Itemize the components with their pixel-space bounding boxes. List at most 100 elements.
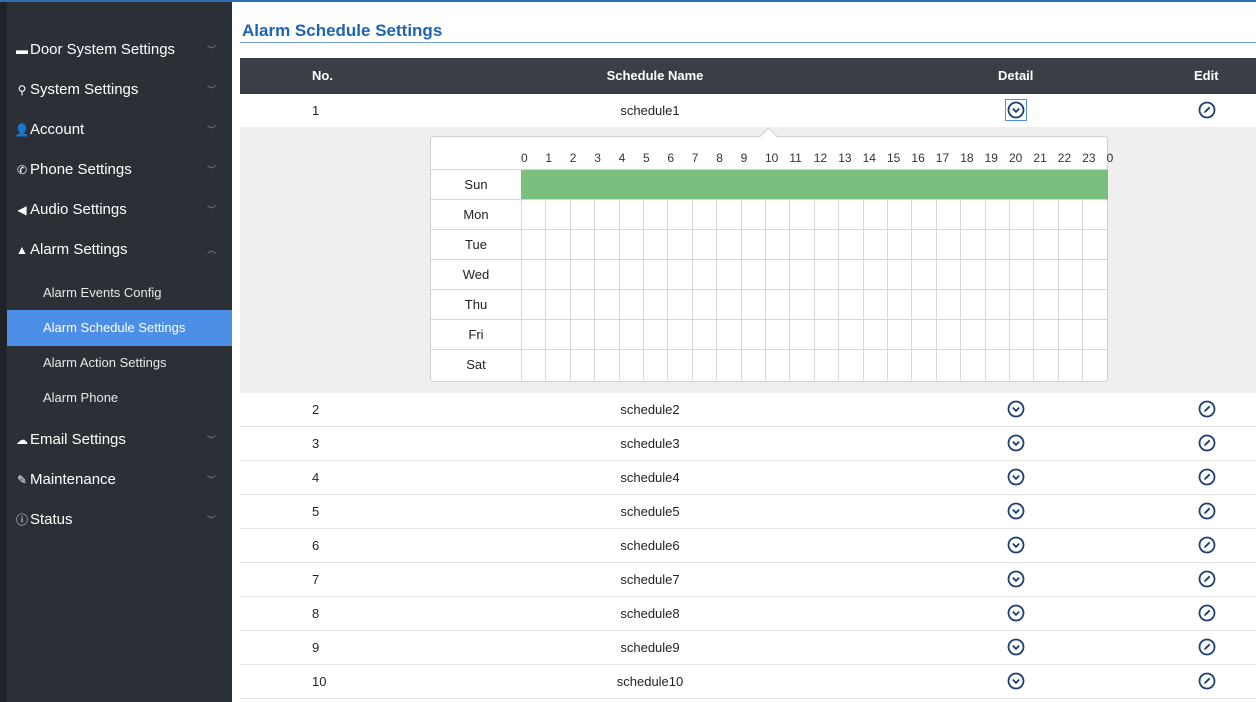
schedule-cell[interactable]	[691, 290, 716, 320]
schedule-cell[interactable]	[618, 350, 643, 380]
schedule-cell[interactable]	[887, 230, 911, 260]
detail-toggle-icon[interactable]	[1007, 536, 1025, 554]
schedule-cell[interactable]	[765, 230, 789, 260]
detail-toggle-icon[interactable]	[1007, 434, 1025, 452]
schedule-cell[interactable]	[1009, 290, 1033, 320]
schedule-cell[interactable]	[862, 230, 887, 260]
schedule-cell[interactable]	[716, 200, 740, 230]
schedule-cell[interactable]	[618, 260, 643, 290]
schedule-cell[interactable]	[667, 170, 692, 200]
schedule-cell[interactable]	[984, 290, 1009, 320]
schedule-cell[interactable]	[887, 260, 911, 290]
sidebar-item-system-settings[interactable]: ⚲ System Settings ﹀	[7, 70, 232, 110]
sidebar-item-door-system-settings[interactable]: ▬ Door System Settings ﹀	[7, 30, 232, 70]
schedule-cell[interactable]	[935, 290, 960, 320]
schedule-cell[interactable]	[716, 320, 740, 350]
detail-toggle-icon[interactable]	[1007, 604, 1025, 622]
edit-icon[interactable]	[1198, 101, 1216, 119]
schedule-cell[interactable]	[545, 290, 569, 320]
schedule-cell[interactable]	[1082, 200, 1108, 230]
schedule-cell[interactable]	[545, 230, 569, 260]
schedule-cell[interactable]	[1009, 320, 1033, 350]
schedule-cell[interactable]	[1057, 260, 1082, 290]
schedule-cell[interactable]	[594, 200, 618, 230]
schedule-cell[interactable]	[838, 230, 862, 260]
schedule-cell[interactable]	[935, 230, 960, 260]
sidebar-subitem-alarm-events-config[interactable]: Alarm Events Config	[7, 276, 232, 310]
schedule-cell[interactable]	[545, 260, 569, 290]
sidebar-item-maintenance[interactable]: ✎ Maintenance ﹀	[7, 460, 232, 500]
schedule-cell[interactable]	[960, 260, 984, 290]
schedule-cell[interactable]	[911, 320, 935, 350]
schedule-cell[interactable]	[1057, 200, 1082, 230]
edit-icon[interactable]	[1198, 672, 1216, 690]
schedule-cell[interactable]	[862, 170, 887, 200]
schedule-cell[interactable]	[789, 320, 813, 350]
schedule-cell[interactable]	[594, 170, 619, 200]
edit-icon[interactable]	[1198, 638, 1216, 656]
schedule-cell[interactable]	[1082, 170, 1109, 200]
detail-toggle-icon[interactable]	[1007, 672, 1025, 690]
schedule-cell[interactable]	[862, 200, 887, 230]
schedule-cell[interactable]	[1009, 260, 1033, 290]
schedule-cell[interactable]	[1082, 230, 1108, 260]
schedule-cell[interactable]	[618, 290, 643, 320]
schedule-cell[interactable]	[984, 200, 1009, 230]
schedule-cell[interactable]	[911, 200, 935, 230]
schedule-cell[interactable]	[984, 320, 1009, 350]
schedule-cell[interactable]	[1082, 260, 1108, 290]
schedule-cell[interactable]	[740, 290, 765, 320]
schedule-cell[interactable]	[960, 350, 984, 380]
sidebar-item-alarm-settings[interactable]: ▲ Alarm Settings ︿	[7, 230, 232, 270]
schedule-cell[interactable]	[618, 230, 643, 260]
schedule-cell[interactable]	[521, 230, 545, 260]
schedule-cell[interactable]	[935, 320, 960, 350]
schedule-cell[interactable]	[594, 260, 618, 290]
schedule-cell[interactable]	[1057, 350, 1082, 380]
schedule-cell[interactable]	[667, 200, 691, 230]
schedule-cell[interactable]	[643, 320, 667, 350]
schedule-cell[interactable]	[911, 230, 935, 260]
schedule-cell[interactable]	[691, 200, 716, 230]
schedule-cell[interactable]	[569, 320, 594, 350]
schedule-cell[interactable]	[1009, 350, 1033, 380]
schedule-cell[interactable]	[960, 170, 985, 200]
schedule-cell[interactable]	[1009, 230, 1033, 260]
schedule-cell[interactable]	[765, 350, 789, 380]
schedule-cell[interactable]	[984, 260, 1009, 290]
schedule-cell[interactable]	[935, 200, 960, 230]
schedule-cell[interactable]	[1033, 320, 1057, 350]
detail-toggle-icon[interactable]	[1007, 570, 1025, 588]
schedule-cell[interactable]	[618, 320, 643, 350]
schedule-cell[interactable]	[643, 230, 667, 260]
schedule-cell[interactable]	[667, 260, 691, 290]
schedule-cell[interactable]	[1057, 170, 1083, 200]
schedule-cell[interactable]	[862, 320, 887, 350]
schedule-cell[interactable]	[643, 260, 667, 290]
schedule-cell[interactable]	[1033, 230, 1057, 260]
schedule-cell[interactable]	[765, 260, 789, 290]
schedule-cell[interactable]	[691, 230, 716, 260]
schedule-cell[interactable]	[838, 290, 862, 320]
schedule-cell[interactable]	[1057, 290, 1082, 320]
edit-icon[interactable]	[1198, 400, 1216, 418]
sidebar-subitem-alarm-phone[interactable]: Alarm Phone	[7, 381, 232, 415]
schedule-cell[interactable]	[569, 260, 594, 290]
schedule-cell[interactable]	[643, 290, 667, 320]
schedule-cell[interactable]	[789, 290, 813, 320]
schedule-cell[interactable]	[862, 290, 887, 320]
schedule-cell[interactable]	[960, 200, 984, 230]
schedule-cell[interactable]	[594, 350, 618, 380]
schedule-cell[interactable]	[887, 290, 911, 320]
schedule-cell[interactable]	[1057, 320, 1082, 350]
schedule-cell[interactable]	[569, 290, 594, 320]
schedule-cell[interactable]	[765, 290, 789, 320]
schedule-cell[interactable]	[716, 290, 740, 320]
schedule-cell[interactable]	[740, 260, 765, 290]
schedule-cell[interactable]	[813, 260, 838, 290]
schedule-cell[interactable]	[911, 170, 936, 200]
schedule-cell[interactable]	[1057, 230, 1082, 260]
schedule-cell[interactable]	[862, 350, 887, 380]
schedule-cell[interactable]	[594, 230, 618, 260]
schedule-cell[interactable]	[984, 170, 1009, 200]
